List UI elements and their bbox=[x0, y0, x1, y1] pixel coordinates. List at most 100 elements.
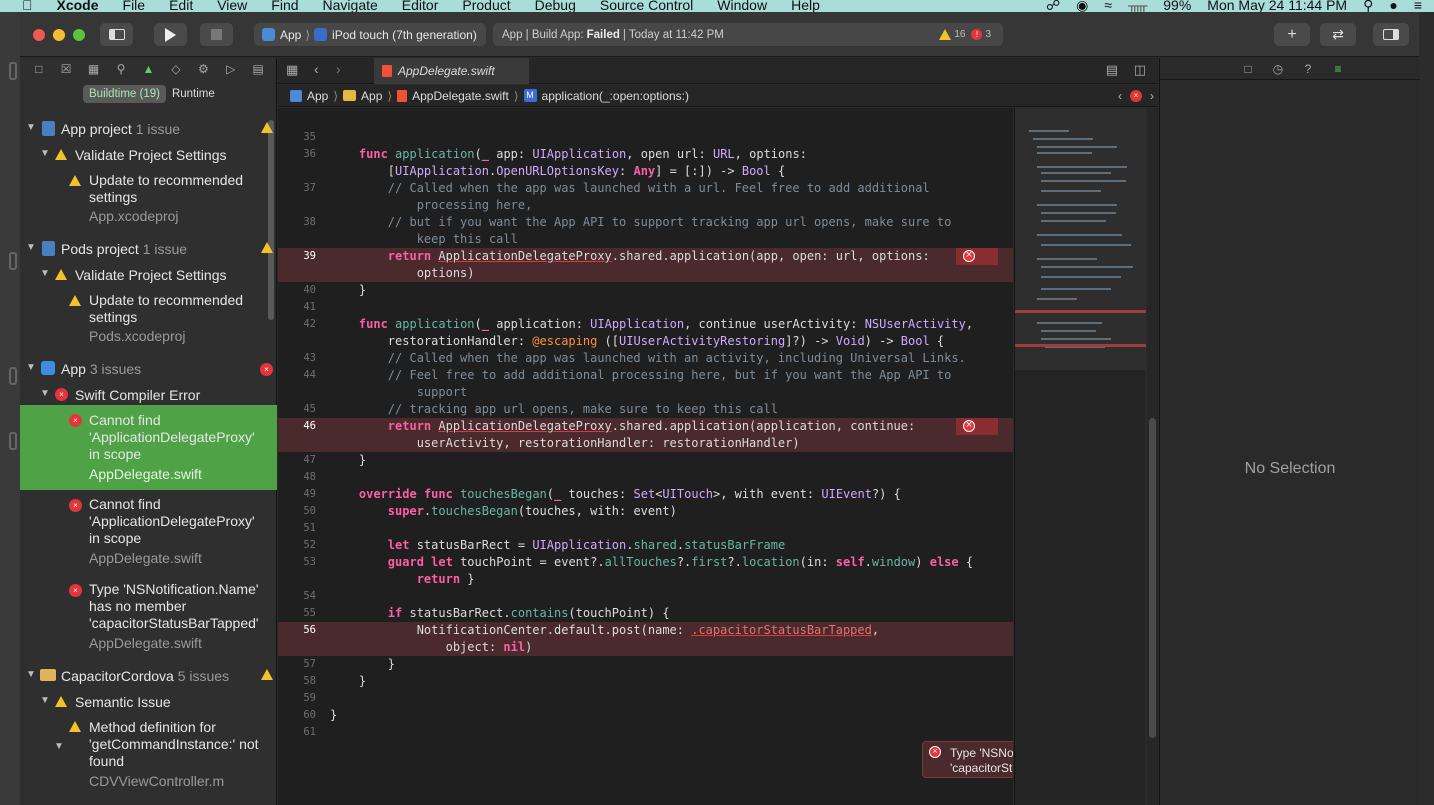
issue-item[interactable]: Update to recommended settings Pods.xcod… bbox=[20, 289, 277, 347]
menu-window[interactable]: Window bbox=[717, 0, 767, 12]
error-marker[interactable]: × bbox=[956, 248, 998, 265]
tab-buildtime[interactable]: Buildtime (19) bbox=[83, 85, 166, 103]
battery-text[interactable]: 99% bbox=[1163, 0, 1191, 12]
previous-issue-icon[interactable]: ‹ bbox=[1118, 89, 1122, 103]
issue-item[interactable]: Update to recommended settings App.xcode… bbox=[20, 169, 277, 227]
menu-file[interactable]: File bbox=[123, 0, 146, 12]
chevron-right-icon: ⟩ bbox=[513, 88, 519, 103]
menu-view[interactable]: View bbox=[217, 0, 247, 12]
issue-category[interactable]: ▼ × Swift Compiler Error bbox=[20, 383, 277, 407]
issue-category[interactable]: ▼ Semantic Issue bbox=[20, 690, 277, 714]
issue-category[interactable]: ▼ Validate Project Settings bbox=[20, 143, 277, 167]
issue-item[interactable]: × Cannot find 'ApplicationDelegateProxy'… bbox=[20, 492, 277, 576]
siri-icon[interactable]: ● bbox=[1389, 0, 1397, 12]
editor-scroll-thumb[interactable] bbox=[1149, 418, 1156, 738]
file-inspector-icon[interactable]: □ bbox=[1238, 62, 1258, 76]
source-control-icon[interactable]: ☒ bbox=[57, 62, 74, 76]
stop-button[interactable] bbox=[200, 23, 233, 46]
chevron-right-icon: ⟩ bbox=[305, 27, 311, 42]
spotlight-icon[interactable]: ⚲ bbox=[1363, 0, 1373, 12]
clock-text[interactable]: Mon May 24 11:44 PM bbox=[1207, 0, 1347, 12]
report-icon[interactable]: ▤ bbox=[250, 62, 267, 76]
menu-edit[interactable]: Edit bbox=[169, 0, 193, 12]
apple-menu-icon[interactable]:  bbox=[22, 0, 33, 12]
test-icon[interactable]: ◇ bbox=[167, 62, 184, 76]
issue-group-capacitor-cordova[interactable]: ▼ CapacitorCordova 5 issues bbox=[20, 664, 277, 688]
menu-debug[interactable]: Debug bbox=[535, 0, 576, 12]
disclosure-triangle-icon[interactable]: ▼ bbox=[40, 148, 50, 159]
disclosure-triangle-icon[interactable]: ▼ bbox=[54, 741, 64, 752]
disclosure-triangle-icon[interactable]: ▼ bbox=[26, 669, 36, 680]
issue-item-selected[interactable]: × Cannot find 'ApplicationDelegateProxy'… bbox=[20, 405, 277, 490]
menu-navigate[interactable]: Navigate bbox=[323, 0, 378, 12]
issue-item[interactable]: ▼ Method definition for 'getCommandInsta… bbox=[20, 715, 277, 799]
issue-counts[interactable]: 16 ! 3 bbox=[939, 23, 991, 46]
disclosure-triangle-icon[interactable]: ▼ bbox=[26, 362, 36, 373]
issue-group-pods-project[interactable]: ▼ Pods project 1 issue bbox=[20, 237, 277, 261]
toggle-navigator-button[interactable] bbox=[100, 23, 133, 46]
close-window-button[interactable] bbox=[33, 29, 45, 41]
error-popover[interactable]: × Type 'NSNotification.Name' has no memb… bbox=[922, 741, 1013, 778]
code-review-button[interactable]: ⇄ bbox=[1320, 23, 1356, 46]
breadcrumb-file[interactable]: AppDelegate.swift bbox=[412, 89, 509, 103]
code-line: 40 } bbox=[278, 282, 1013, 299]
editor-scrollbar[interactable] bbox=[1147, 108, 1158, 805]
toggle-inspector-button[interactable] bbox=[1373, 23, 1409, 46]
control-center-icon[interactable]: ≡ bbox=[1414, 0, 1422, 12]
add-editor-icon[interactable]: ◫ bbox=[1134, 62, 1146, 78]
warning-icon bbox=[261, 122, 273, 133]
attributes-inspector-icon[interactable]: ≡ bbox=[1328, 62, 1348, 76]
tab-appdelegate[interactable]: AppDelegate.swift bbox=[374, 58, 529, 84]
issue-group-app[interactable]: ▼ App 3 issues × bbox=[20, 357, 277, 381]
disclosure-triangle-icon[interactable]: ▼ bbox=[40, 388, 50, 399]
disclosure-triangle-icon[interactable]: ▼ bbox=[26, 122, 36, 133]
library-add-button[interactable]: + bbox=[1274, 23, 1310, 46]
group-name: CapacitorCordova bbox=[61, 668, 174, 684]
issue-navigator-icon[interactable]: ▲ bbox=[140, 62, 157, 76]
creative-cloud-icon[interactable]: ☍ bbox=[1046, 0, 1060, 12]
code-line: 50 super.touchesBegan(touches, with: eve… bbox=[278, 503, 1013, 520]
minimize-window-button[interactable] bbox=[53, 29, 65, 41]
shield-icon[interactable]: ◉ bbox=[1076, 0, 1088, 12]
error-marker[interactable]: × bbox=[956, 418, 998, 435]
zoom-window-button[interactable] bbox=[73, 29, 85, 41]
code-line: 49 override func touchesBegan(_ touches:… bbox=[278, 486, 1013, 503]
help-inspector-icon[interactable]: ? bbox=[1298, 62, 1318, 76]
next-issue-icon[interactable]: › bbox=[1150, 89, 1154, 103]
run-button[interactable] bbox=[154, 23, 187, 46]
scheme-selector[interactable]: App ⟩ iPod touch (7th generation) bbox=[254, 23, 486, 46]
minimap[interactable] bbox=[1014, 108, 1146, 805]
find-icon[interactable]: ⚲ bbox=[112, 62, 129, 76]
project-file-icon bbox=[42, 121, 55, 136]
breakpoint-icon[interactable]: ▷ bbox=[222, 62, 239, 76]
back-arrow-icon[interactable]: ‹ bbox=[314, 61, 319, 77]
issue-item[interactable]: × Type 'NSNotification.Name' has no memb… bbox=[20, 577, 277, 661]
activity-status[interactable]: App | Build App: Failed | Today at 11:42… bbox=[493, 23, 1003, 46]
breadcrumb-project[interactable]: App bbox=[307, 89, 328, 103]
disclosure-triangle-icon[interactable]: ▼ bbox=[26, 242, 36, 253]
tab-runtime[interactable]: Runtime bbox=[166, 85, 221, 103]
issue-group-app-project[interactable]: ▼ App project 1 issue bbox=[20, 117, 277, 141]
history-inspector-icon[interactable]: ◷ bbox=[1268, 62, 1288, 76]
grid-icon[interactable]: ▦ bbox=[286, 62, 298, 78]
menu-help[interactable]: Help bbox=[791, 0, 820, 12]
source-editor[interactable]: 35 36 func application(_ app: UIApplicat… bbox=[278, 108, 1013, 805]
editor-options-icon[interactable]: ▤ bbox=[1106, 62, 1118, 78]
disclosure-triangle-icon[interactable]: ▼ bbox=[40, 268, 50, 279]
error-icon[interactable]: × bbox=[1130, 89, 1142, 102]
bluetooth-icon[interactable]: ᚅ bbox=[1128, 0, 1147, 12]
menu-editor[interactable]: Editor bbox=[402, 0, 439, 12]
disclosure-triangle-icon[interactable]: ▼ bbox=[40, 695, 50, 706]
menu-app-name[interactable]: Xcode bbox=[57, 0, 99, 12]
breadcrumb-method[interactable]: application(_:open:options:) bbox=[542, 89, 689, 103]
menu-product[interactable]: Product bbox=[462, 0, 510, 12]
issue-category[interactable]: ▼ Validate Project Settings bbox=[20, 263, 277, 287]
folder-icon[interactable]: □ bbox=[30, 62, 47, 76]
menu-source-control[interactable]: Source Control bbox=[600, 0, 693, 12]
debug-icon[interactable]: ⚙ bbox=[195, 62, 212, 76]
breadcrumb-folder[interactable]: App bbox=[361, 89, 382, 103]
forward-arrow-icon[interactable]: › bbox=[336, 61, 341, 77]
symbol-icon[interactable]: ▦ bbox=[85, 62, 102, 76]
menu-find[interactable]: Find bbox=[271, 0, 298, 12]
wifi-icon[interactable]: ≈ bbox=[1104, 0, 1112, 12]
